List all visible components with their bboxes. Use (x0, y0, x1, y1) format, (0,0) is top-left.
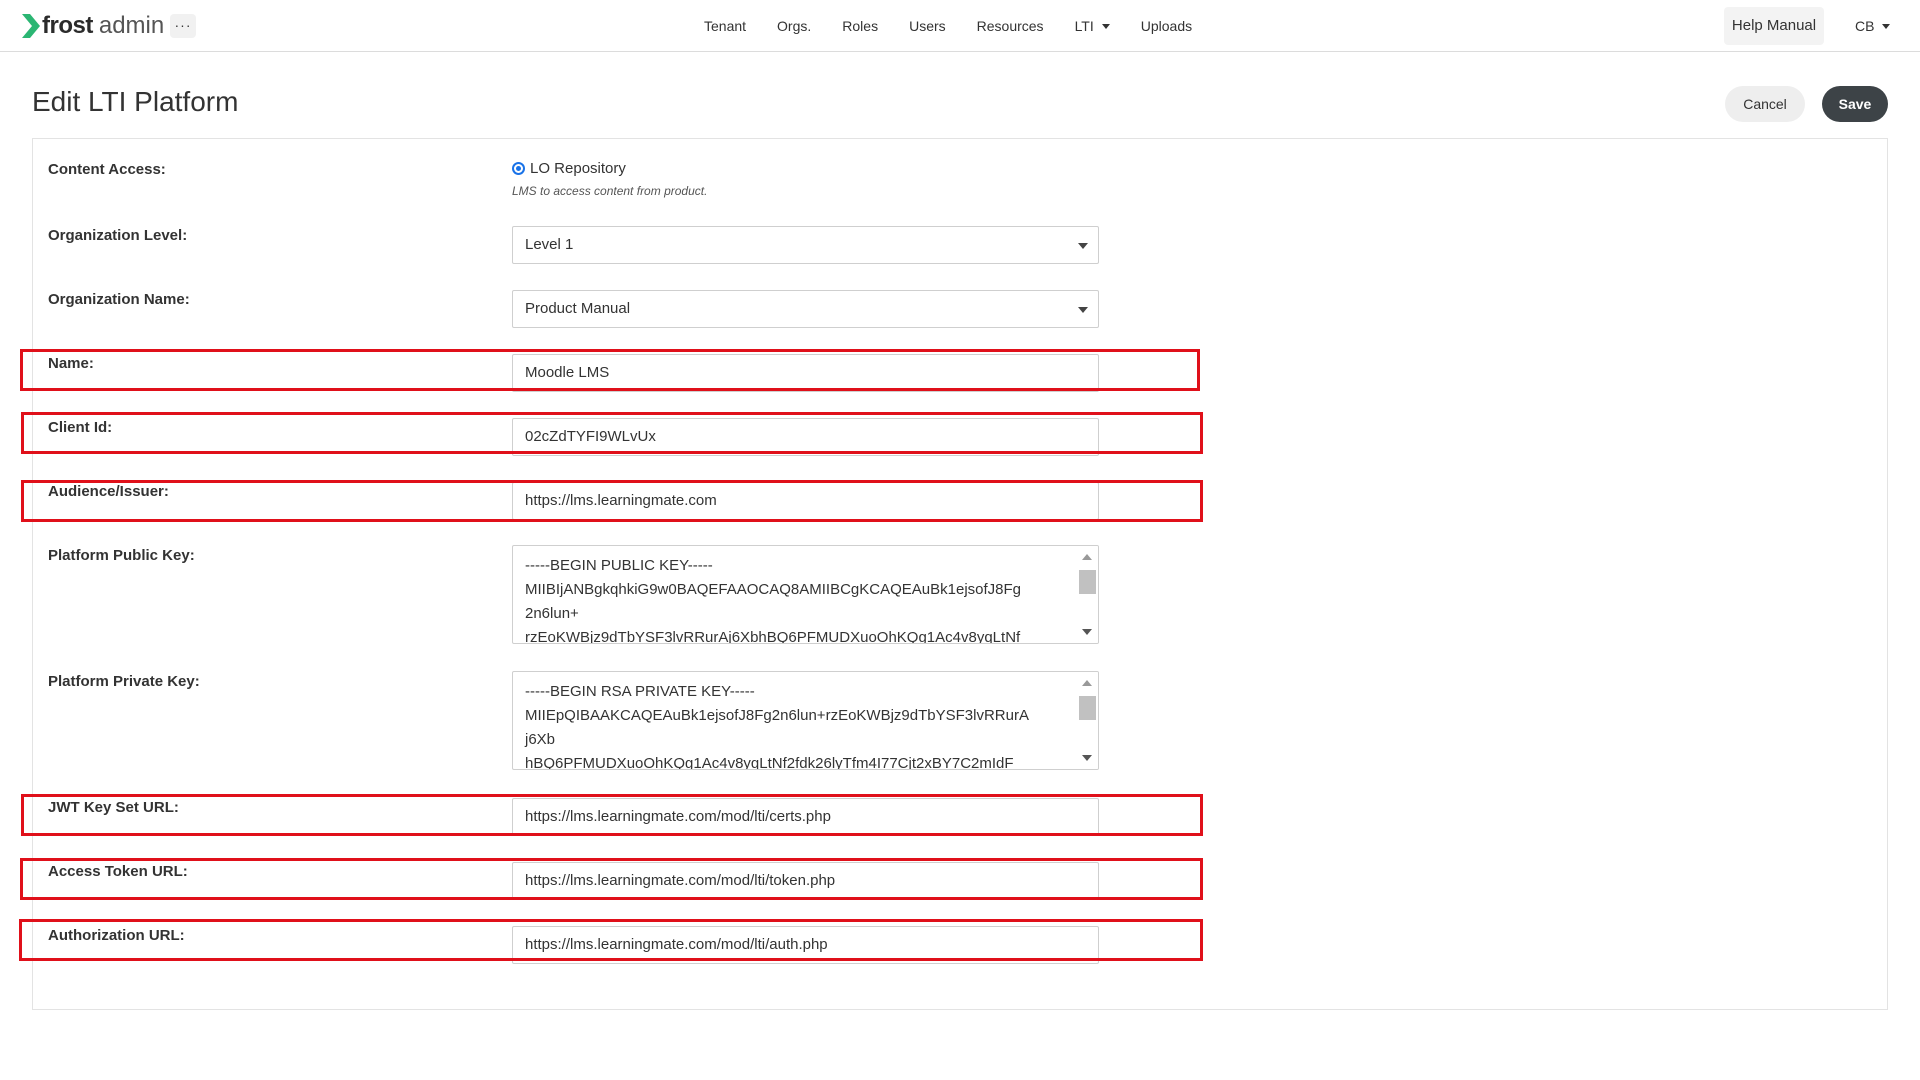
nav-resources[interactable]: Resources (977, 18, 1044, 34)
organization-name-label: Organization Name: (48, 291, 190, 308)
help-manual-button[interactable]: Help Manual (1724, 7, 1824, 45)
client-id-label: Client Id: (48, 419, 113, 436)
nav-roles[interactable]: Roles (842, 18, 878, 34)
scroll-thumb[interactable] (1079, 696, 1096, 720)
authorization-url-label: Authorization URL: (48, 927, 185, 944)
audience-issuer-label: Audience/Issuer: (48, 483, 169, 500)
platform-public-key-label: Platform Public Key: (48, 547, 195, 564)
cancel-button[interactable]: Cancel (1725, 86, 1805, 122)
private-key-scrollbar[interactable] (1076, 672, 1098, 769)
chevron-down-icon (1078, 243, 1088, 249)
radio-selected-icon[interactable] (512, 162, 525, 175)
scroll-down-icon[interactable] (1082, 629, 1092, 635)
scroll-up-icon[interactable] (1082, 554, 1092, 560)
scroll-down-icon[interactable] (1082, 755, 1092, 761)
organization-level-select[interactable]: Level 1 (512, 226, 1099, 264)
audience-issuer-input[interactable]: https://lms.learningmate.com (512, 482, 1099, 520)
lo-repository-radio-option[interactable]: LO Repository (512, 160, 626, 177)
user-menu[interactable]: CB (1855, 0, 1891, 52)
name-input[interactable]: Moodle LMS (512, 354, 1099, 392)
organization-name-value: Product Manual (525, 300, 631, 317)
client-id-input[interactable]: 02cZdTYFI9WLvUx (512, 418, 1099, 456)
caret-down-icon (1882, 23, 1891, 29)
organization-level-value: Level 1 (525, 236, 574, 253)
logo-text-frost: frost (42, 12, 93, 39)
logo-text-admin: admin (98, 12, 165, 39)
access-token-url-input[interactable]: https://lms.learningmate.com/mod/lti/tok… (512, 862, 1099, 900)
authorization-url-input[interactable]: https://lms.learningmate.com/mod/lti/aut… (512, 926, 1099, 964)
jwt-key-set-url-input[interactable]: https://lms.learningmate.com/mod/lti/cer… (512, 798, 1099, 836)
nav-lti[interactable]: LTI (1075, 18, 1110, 34)
content-access-hint: LMS to access content from product. (512, 184, 708, 198)
nav-users[interactable]: Users (909, 18, 946, 34)
public-key-scrollbar[interactable] (1076, 546, 1098, 643)
nav-lti-label: LTI (1074, 18, 1094, 34)
platform-private-key-label: Platform Private Key: (48, 673, 200, 690)
main-nav: Tenant Orgs. Roles Users Resources LTI U… (704, 0, 1223, 52)
organization-name-select[interactable]: Product Manual (512, 290, 1099, 328)
name-label: Name: (48, 355, 94, 372)
page-title: Edit LTI Platform (32, 86, 239, 117)
public-key-text: -----BEGIN PUBLIC KEY----- MIIBIjANBgkqh… (525, 557, 1022, 644)
organization-level-label: Organization Level: (48, 227, 188, 244)
lo-repository-label: LO Repository (530, 160, 626, 177)
top-navigation: frost admin ··· Tenant Orgs. Roles Users… (0, 0, 1920, 52)
nav-tenant[interactable]: Tenant (704, 18, 746, 34)
more-options-button[interactable]: ··· (170, 14, 196, 38)
caret-down-icon (1101, 24, 1110, 29)
user-initials: CB (1855, 18, 1875, 34)
platform-public-key-textarea[interactable]: -----BEGIN PUBLIC KEY----- MIIBIjANBgkqh… (512, 545, 1099, 644)
platform-private-key-textarea[interactable]: -----BEGIN RSA PRIVATE KEY----- MIIEpQIB… (512, 671, 1099, 770)
content-access-label: Content Access: (48, 161, 166, 178)
scroll-up-icon[interactable] (1082, 680, 1092, 686)
frost-admin-logo[interactable]: frost admin (22, 12, 164, 40)
access-token-url-label: Access Token URL: (48, 863, 188, 880)
chevron-down-icon (1078, 307, 1088, 313)
nav-uploads[interactable]: Uploads (1141, 18, 1192, 34)
logo-chevron-icon (22, 14, 40, 38)
save-button[interactable]: Save (1822, 86, 1888, 122)
scroll-thumb[interactable] (1079, 570, 1096, 594)
nav-orgs[interactable]: Orgs. (777, 18, 811, 34)
private-key-text: -----BEGIN RSA PRIVATE KEY----- MIIEpQIB… (525, 683, 1029, 770)
jwt-key-set-url-label: JWT Key Set URL: (48, 799, 179, 816)
